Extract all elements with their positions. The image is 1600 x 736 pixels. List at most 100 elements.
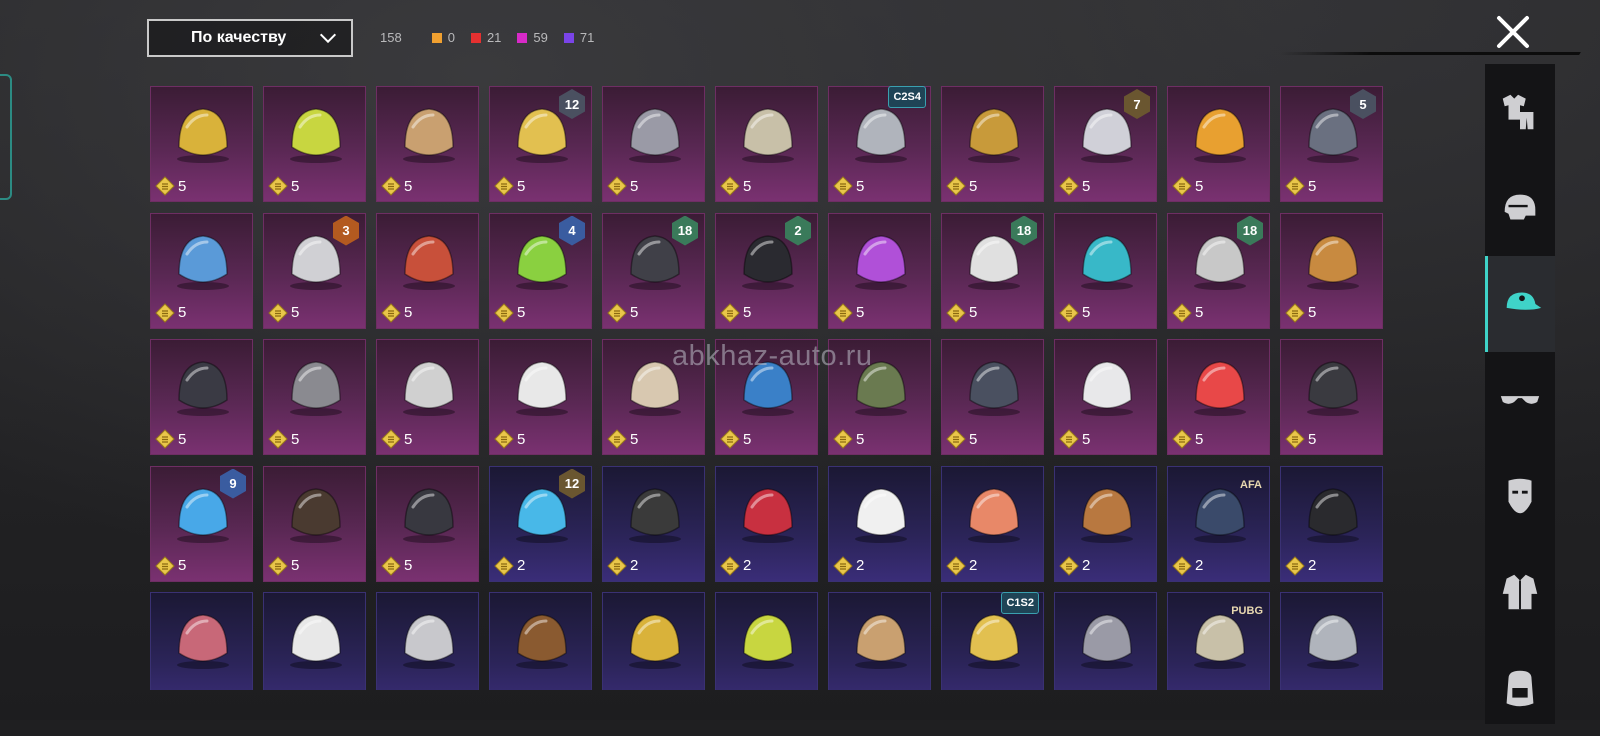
item-card[interactable]: PUBG <box>1167 592 1270 690</box>
diamond-coin-icon <box>833 555 853 576</box>
item-card[interactable]: 5 <box>1054 212 1157 329</box>
item-card[interactable]: 2 <box>828 465 931 582</box>
item-card[interactable]: 45 <box>489 212 592 329</box>
item-card[interactable]: 5 <box>1280 339 1383 455</box>
item-card[interactable]: 25 <box>715 212 818 329</box>
sidebar-tab-cap[interactable] <box>1485 256 1555 352</box>
item-card[interactable]: 75 <box>1054 86 1157 202</box>
diamond-coin-icon <box>494 429 514 449</box>
item-card[interactable]: 5 <box>828 212 931 329</box>
price-value: 5 <box>969 177 978 195</box>
price-value: 5 <box>743 304 752 321</box>
item-card[interactable]: 5 <box>376 86 479 202</box>
item-price: 2 <box>607 555 638 576</box>
item-price: 2 <box>494 555 526 576</box>
item-card[interactable]: 5 <box>376 465 479 582</box>
item-card[interactable]: 5 <box>150 212 253 329</box>
item-card[interactable]: 2 <box>1054 465 1157 582</box>
sidebar-tab-jacket[interactable] <box>1485 544 1555 640</box>
item-card[interactable]: 35 <box>263 212 366 329</box>
season-badge: C1S2 <box>1001 592 1039 614</box>
item-price: 5 <box>268 555 299 576</box>
item-card[interactable] <box>602 592 705 690</box>
item-card[interactable]: 5 <box>941 339 1044 455</box>
diamond-coin-icon <box>946 176 966 196</box>
item-card[interactable]: 5 <box>263 339 366 455</box>
diamond-coin-icon <box>720 302 740 323</box>
price-value: 2 <box>1308 557 1317 574</box>
item-card[interactable]: 5 <box>1167 339 1270 455</box>
item-card[interactable] <box>1054 592 1157 690</box>
item-card[interactable]: C1S2 <box>941 592 1044 690</box>
price-value: 5 <box>743 430 752 448</box>
item-card[interactable]: 5 <box>263 86 366 202</box>
item-card[interactable]: 2 <box>715 465 818 582</box>
item-card[interactable] <box>489 592 592 690</box>
item-price: 5 <box>607 429 638 449</box>
sidebar-tab-outfit[interactable] <box>1485 64 1555 160</box>
item-card[interactable] <box>263 592 366 690</box>
item-card[interactable]: 5 <box>941 86 1044 202</box>
item-card[interactable]: 95 <box>150 465 253 582</box>
item-card[interactable]: 5 <box>489 339 592 455</box>
item-price: 5 <box>1285 429 1316 449</box>
golden-helmet-icon <box>968 108 1020 163</box>
item-card[interactable]: 5 <box>150 339 253 455</box>
item-card[interactable]: 18 5 <box>602 212 705 329</box>
item-card[interactable] <box>715 592 818 690</box>
item-card[interactable]: 55 <box>1280 86 1383 202</box>
diamond-coin-icon <box>720 429 740 449</box>
feather-beret-icon <box>290 361 342 416</box>
diamond-coin-icon <box>1172 429 1192 449</box>
white-hair-icon <box>403 234 455 290</box>
price-value: 5 <box>1082 177 1091 195</box>
item-card[interactable]: C2S4 5 <box>828 86 931 202</box>
sidebar-tab-backpack[interactable] <box>1485 640 1555 736</box>
item-card[interactable]: 2 <box>941 465 1044 582</box>
item-price: 5 <box>155 302 186 323</box>
item-card[interactable]: 18 5 <box>941 212 1044 329</box>
item-card[interactable]: 5 <box>150 86 253 202</box>
item-card[interactable]: 12 2 <box>489 465 592 582</box>
item-card[interactable]: 5 <box>715 86 818 202</box>
close-icon[interactable] <box>1493 12 1533 52</box>
item-card[interactable] <box>376 592 479 690</box>
diamond-coin-icon <box>720 176 740 196</box>
left-edge-handle[interactable] <box>0 74 12 200</box>
sidebar-tab-glasses[interactable] <box>1485 352 1555 448</box>
item-card[interactable]: 5 <box>376 212 479 329</box>
item-card[interactable]: 5 <box>263 465 366 582</box>
diamond-coin-icon <box>1285 176 1305 196</box>
item-card[interactable]: 5 <box>1167 86 1270 202</box>
price-value: 2 <box>517 557 526 574</box>
rarity-swatch <box>563 32 574 43</box>
price-value: 5 <box>1195 304 1204 321</box>
price-value: 2 <box>1195 557 1204 574</box>
sort-dropdown[interactable]: По качеству <box>147 19 353 57</box>
item-card[interactable]: 5 <box>602 86 705 202</box>
price-value: 5 <box>969 430 978 448</box>
item-card[interactable]: 5 <box>1054 339 1157 455</box>
item-card[interactable]: 2 <box>602 465 705 582</box>
item-card[interactable]: 5 <box>1280 212 1383 329</box>
baseball-cap-icon <box>629 487 681 543</box>
helmet-icon <box>1504 194 1536 220</box>
item-card[interactable] <box>1280 592 1383 690</box>
item-card[interactable]: 2 <box>1280 465 1383 582</box>
item-card[interactable] <box>150 592 253 690</box>
pharaoh-mask-icon <box>742 108 794 163</box>
item-price: 2 <box>1059 555 1090 576</box>
item-card[interactable]: 5 <box>376 339 479 455</box>
item-card[interactable] <box>828 592 931 690</box>
item-card[interactable]: 18 5 <box>1167 212 1270 329</box>
diamond-coin-icon <box>1285 429 1305 449</box>
sidebar-tab-mask[interactable] <box>1485 448 1555 544</box>
item-price: 5 <box>720 176 751 196</box>
diamond-coin-icon <box>494 302 514 323</box>
price-value: 5 <box>630 177 639 195</box>
bun-hair-icon <box>855 234 907 290</box>
category-sidebar <box>1485 64 1555 724</box>
item-card[interactable]: AFA 2 <box>1167 465 1270 582</box>
item-card[interactable]: 12 5 <box>489 86 592 202</box>
sidebar-tab-helmet[interactable] <box>1485 160 1555 256</box>
